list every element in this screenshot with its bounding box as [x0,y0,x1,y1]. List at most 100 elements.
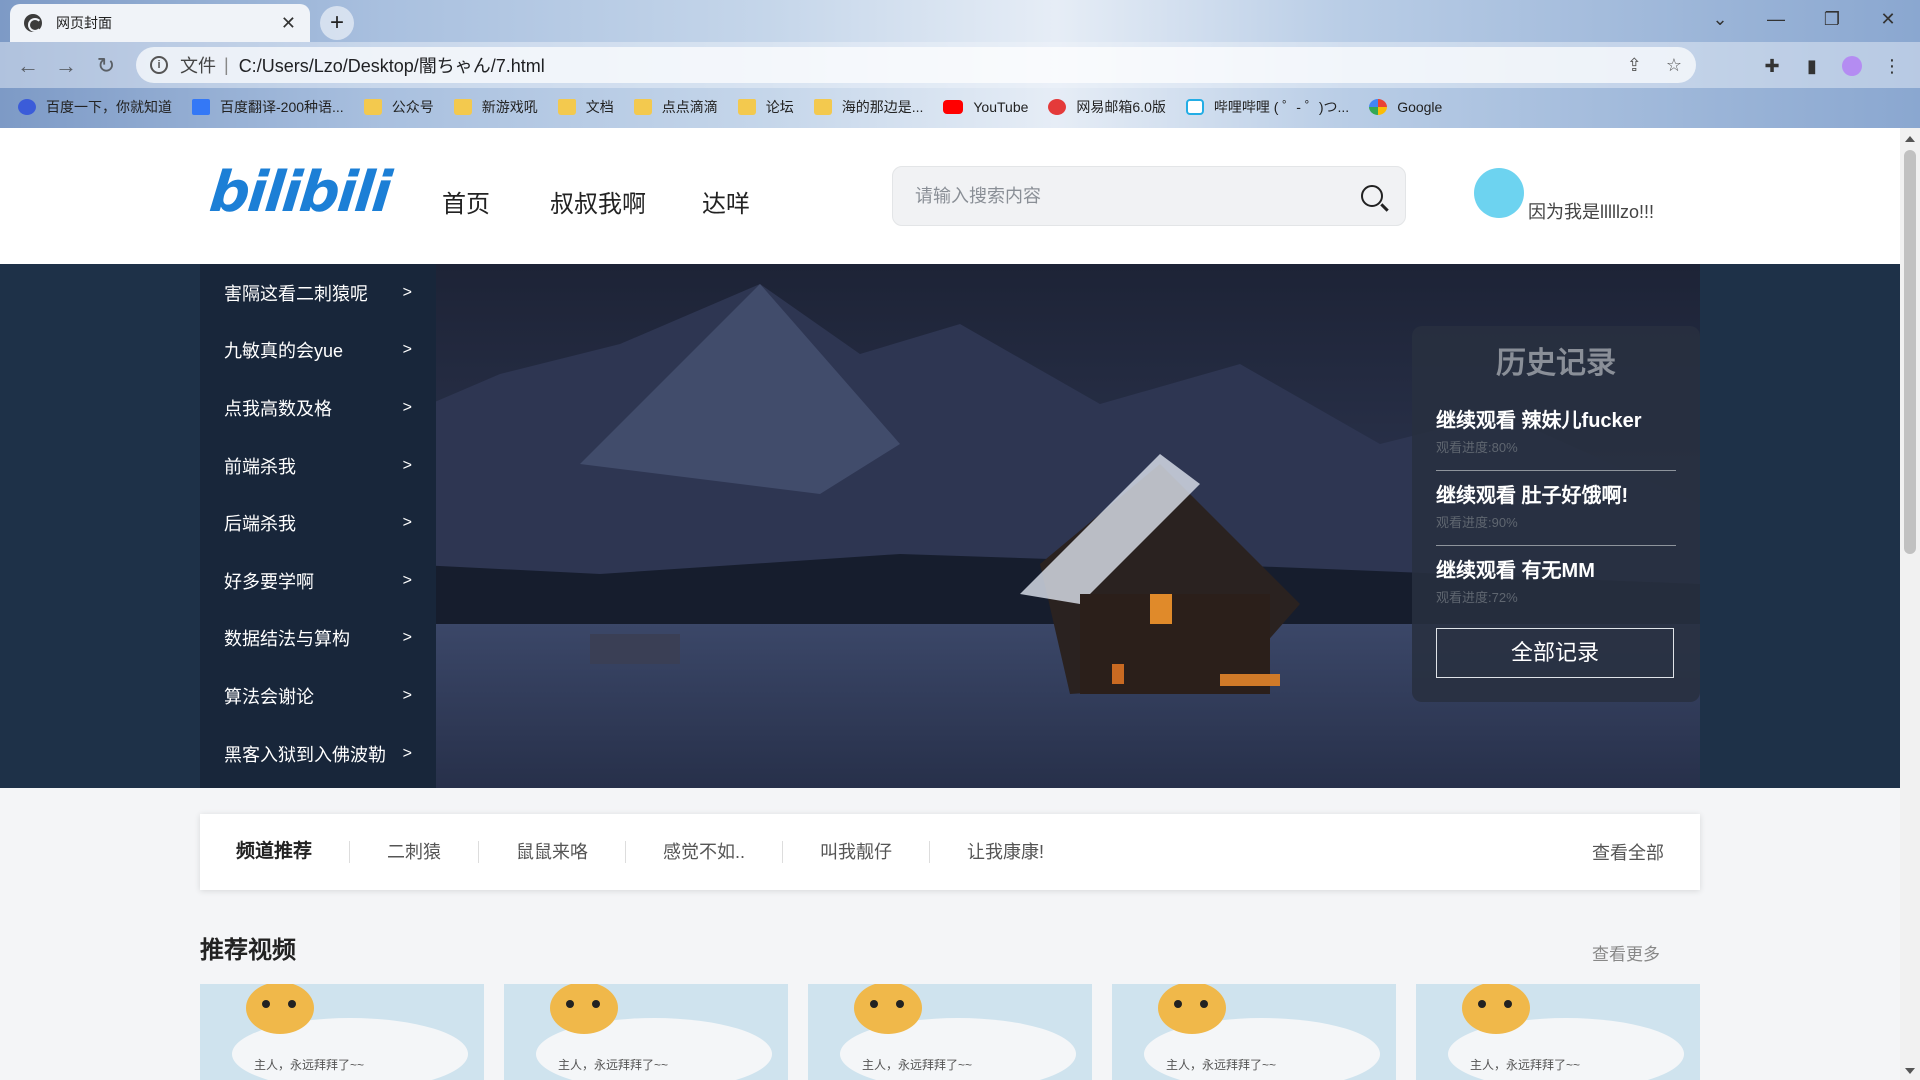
channel-tab[interactable]: 叫我靓仔 [782,841,929,863]
new-tab-button[interactable]: + [320,6,354,40]
bookmark-folder[interactable]: 海的那边是... [813,97,923,117]
channel-bar: 频道推荐 二刺猿 鼠鼠来咯 感觉不如.. 叫我靓仔 让我康康! 查看全部 [200,814,1700,890]
side-menu-item[interactable]: 点我高数及格 > [200,379,436,437]
bookmark-label: 公众号 [391,99,434,115]
video-card-list: 主人，永远拜拜了~~ 主人，永远拜拜了~~ 主人，永远拜拜了~~ 主人，永远拜拜… [200,984,1700,1080]
bilibili-icon [1185,99,1204,115]
channel-tab-recommend[interactable]: 频道推荐 [236,841,349,863]
history-record[interactable]: 继续观看 辣妹儿fucker 观看进度:80% [1436,396,1676,471]
google-icon [1369,99,1388,115]
side-menu-label: 害隔这看二刺猿呢 [224,283,368,304]
bookmark-folder[interactable]: 论坛 [737,97,794,117]
channel-tab[interactable]: 鼠鼠来咯 [478,841,625,863]
vertical-scrollbar[interactable] [1900,128,1920,1080]
bookmark-label: 网易邮箱6.0版 [1076,99,1166,115]
side-menu-label: 前端杀我 [224,456,296,477]
browser-tab[interactable]: 网页封面 ✕ [10,4,310,42]
bookmark-item[interactable]: 百度翻译-200种语... [192,97,344,117]
video-card[interactable]: 主人，永远拜拜了~~ [200,984,484,1080]
history-record[interactable]: 继续观看 有无MM 观看进度:72% [1436,546,1676,620]
side-menu-label: 后端杀我 [224,514,296,535]
video-card[interactable]: 主人，永远拜拜了~~ [504,984,788,1080]
username[interactable]: 因为我是lllllzo!!! [1528,198,1654,224]
bookmark-folder[interactable]: 新游戏吼 [453,97,538,117]
bookmark-folder[interactable]: 公众号 [363,97,434,117]
nav-uncle[interactable]: 叔叔我啊 [550,184,646,219]
video-caption: 主人，永远拜拜了~~ [1470,1058,1581,1072]
side-panel-icon[interactable]: ▮ [1800,54,1824,78]
address-bar[interactable]: i 文件 | C:/Users/Lzo/Desktop/闇ちゃん/7.html … [136,47,1696,83]
channel-tab[interactable]: 感觉不如.. [625,841,782,863]
all-history-button[interactable]: 全部记录 [1436,628,1674,678]
side-menu-item[interactable]: 害隔这看二刺猿呢 > [200,264,436,322]
menu-kebab-icon[interactable]: ⋮ [1880,54,1904,78]
side-menu-item[interactable]: 数据结法与算构 > [200,610,436,668]
star-bookmark-icon[interactable]: ☆ [1666,55,1682,76]
video-card[interactable]: 主人，永远拜拜了~~ [808,984,1092,1080]
extensions-puzzle-icon[interactable]: ✚ [1760,54,1784,78]
folder-icon [557,99,576,115]
scroll-down-arrow-icon[interactable] [1905,1068,1915,1074]
side-menu-item[interactable]: 九敏真的会yue > [200,322,436,380]
video-card[interactable]: 主人，永远拜拜了~~ [1416,984,1700,1080]
bookmark-label: Google [1397,99,1443,115]
close-tab-icon[interactable]: ✕ [281,13,296,34]
chevron-right-icon: > [402,283,412,301]
history-title: 历史记录 [1496,347,1616,380]
bookmark-folder[interactable]: 文档 [557,97,614,117]
channel-tab[interactable]: 让我康康! [929,841,1081,863]
folder-icon [633,99,652,115]
restore-button[interactable]: ❐ [1804,0,1860,38]
bookmark-item[interactable]: YouTube [943,99,1028,115]
bookmark-label: YouTube [973,99,1029,115]
scroll-up-arrow-icon[interactable] [1905,136,1915,142]
back-arrow-icon[interactable]: ← [12,50,44,82]
side-menu-label: 黑客入狱到入佛波勒 [224,744,386,765]
folder-icon [453,99,472,115]
side-menu-item[interactable]: 前端杀我 > [200,437,436,495]
side-menu-item[interactable]: 黑客入狱到入佛波勒 > [200,725,436,783]
close-window-button[interactable]: ✕ [1860,0,1916,38]
share-icon[interactable]: ⇪ [1627,55,1642,76]
search-icon[interactable] [1361,185,1383,207]
bookmark-item[interactable]: Google [1369,99,1442,115]
side-menu-item[interactable]: 后端杀我 > [200,494,436,552]
chevron-right-icon: > [402,456,412,474]
history-record[interactable]: 继续观看 肚子好饿啊! 观看进度:90% [1436,471,1676,546]
side-menu-item[interactable]: 算法会谢论 > [200,667,436,725]
globe-icon [24,14,42,32]
side-menu-label: 九敏真的会yue [224,341,344,362]
bookmark-item[interactable]: 网易邮箱6.0版 [1048,97,1166,117]
reload-icon[interactable]: ↻ [90,50,122,82]
bookmark-folder[interactable]: 点点滴滴 [633,97,718,117]
profile-avatar-icon[interactable] [1840,54,1864,78]
tab-search-icon[interactable]: ⌄ [1692,0,1748,38]
bilibili-logo[interactable]: bilibili [207,160,393,225]
side-menu-item[interactable]: 好多要学啊 > [200,552,436,610]
tab-bar: 网页封面 ✕ + ⌄ — ❐ ✕ [0,0,1920,42]
forward-arrow-icon[interactable]: → [50,50,82,82]
bookmark-item[interactable]: 百度一下，你就知道 [18,97,172,117]
chevron-right-icon: > [402,398,412,416]
chevron-right-icon: > [402,686,412,704]
channel-tab[interactable]: 二刺猿 [349,841,478,863]
history-record-progress: 观看进度:72% [1436,590,1518,605]
bookmark-item[interactable]: 哔哩哔哩 ( ゜- ゜)つ... [1185,97,1349,117]
bookmarks-bar: 百度一下，你就知道 百度翻译-200种语... 公众号 新游戏吼 文档 点点滴滴… [0,92,1920,122]
view-more-link[interactable]: 查看更多 [1592,940,1660,965]
search-input[interactable] [915,185,1361,207]
url-text[interactable]: C:/Users/Lzo/Desktop/闇ちゃん/7.html [239,52,545,78]
mail-icon [1048,99,1067,115]
minimize-button[interactable]: — [1748,0,1804,38]
view-all-link[interactable]: 查看全部 [1592,839,1664,865]
nav-damei[interactable]: 达咩 [702,184,750,219]
video-card[interactable]: 主人，永远拜拜了~~ [1112,984,1396,1080]
nav-home[interactable]: 首页 [442,184,490,219]
avatar[interactable] [1474,168,1524,218]
scrollbar-thumb[interactable] [1904,150,1916,554]
recommend-title: 推荐视频 [200,937,296,964]
side-menu-label: 好多要学啊 [224,571,314,592]
info-icon[interactable]: i [150,56,168,74]
side-menu-label: 点我高数及格 [224,398,332,419]
address-toolbar: ← → ↻ i 文件 | C:/Users/Lzo/Desktop/闇ちゃん/7… [0,42,1920,88]
